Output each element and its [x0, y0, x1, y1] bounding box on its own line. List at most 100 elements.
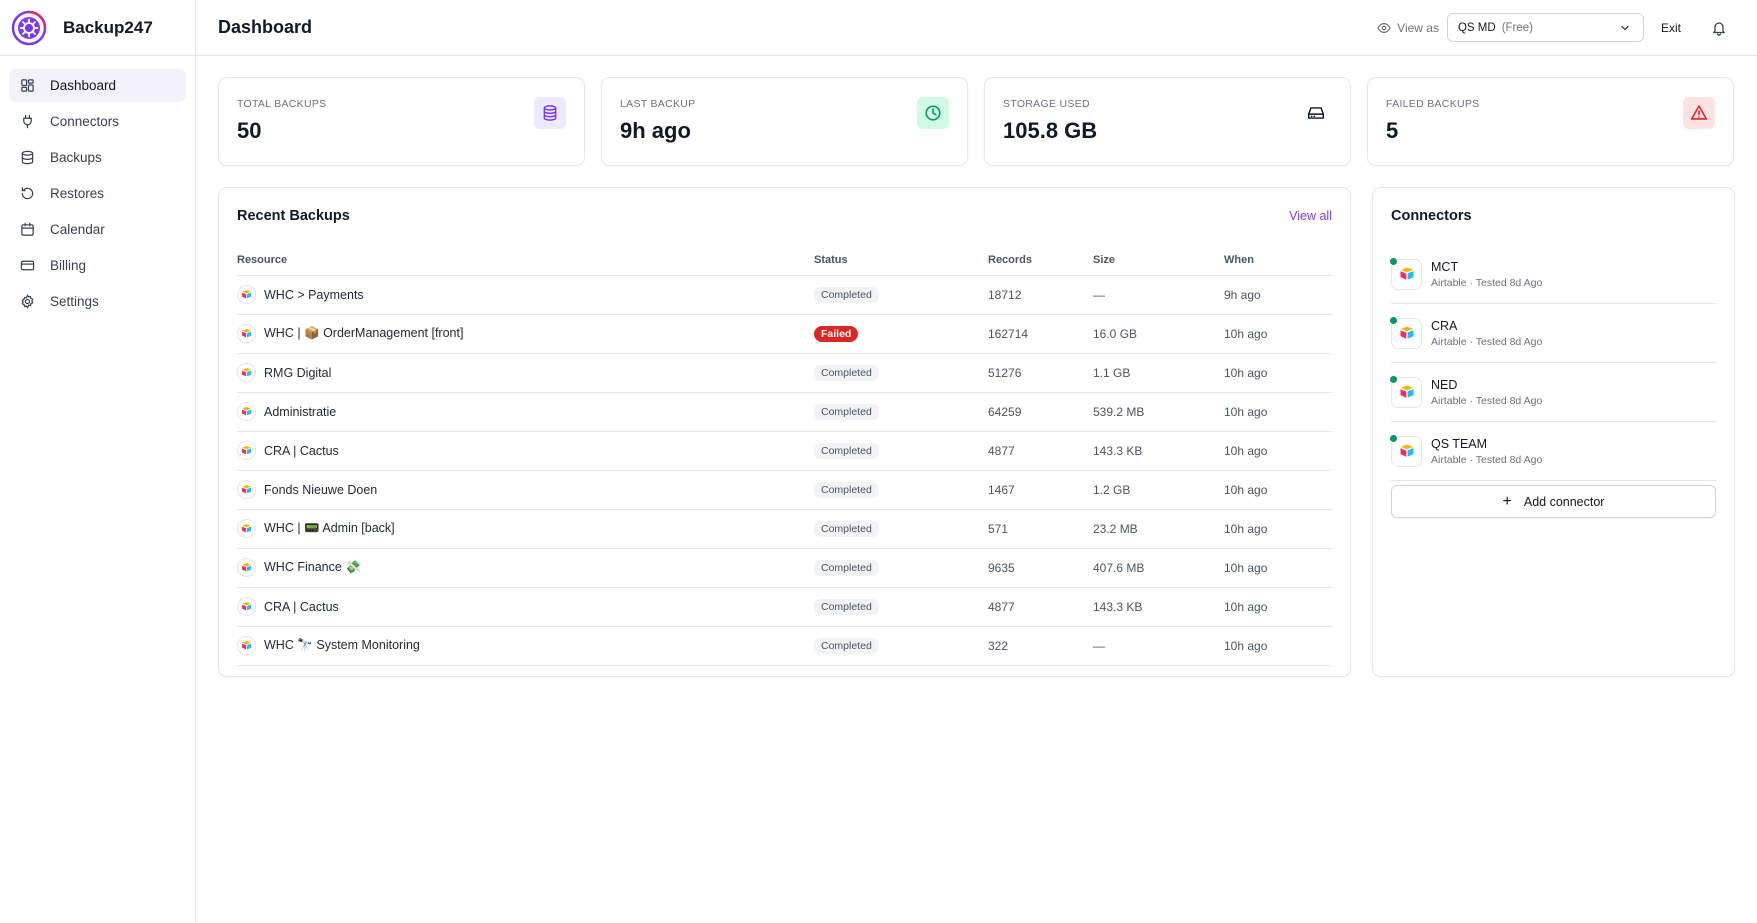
- cell-resource: Fonds Nieuwe Doen: [237, 470, 814, 510]
- resource-name: WHC Finance 💸: [264, 560, 361, 574]
- resource-name: WHC > Payments: [264, 287, 364, 302]
- cell-resource: WHC | 📟 Admin [back]: [237, 509, 814, 549]
- table-row[interactable]: CRA | Cactus Completed 4877 143.3 KB 10h ago: [237, 431, 1332, 471]
- resource-name: RMG Digital: [264, 365, 332, 380]
- database-icon: [20, 150, 35, 165]
- resource-name: WHC 🔭 System Monitoring: [264, 638, 420, 652]
- cell-resource: WHC > Payments: [237, 275, 814, 315]
- table-row[interactable]: RMG Digital Completed 51276 1.1 GB 10h ago: [237, 353, 1332, 393]
- cell-resource: CRA | Cactus: [237, 431, 814, 471]
- resource-name: CRA | Cactus: [264, 443, 339, 458]
- stat-label: FAILED BACKUPS: [1386, 98, 1480, 110]
- cell-when: 10h ago: [1224, 509, 1332, 549]
- table-row[interactable]: WHC Finance 💸 Completed 9635 407.6 MB 10h ag…: [237, 548, 1332, 588]
- cell-when: 10h ago: [1224, 470, 1332, 510]
- cell-size: —: [1093, 275, 1224, 315]
- connector-item[interactable]: QS TEAM Airtable · Tested 8d Ago: [1389, 422, 1716, 481]
- table-row[interactable]: Fonds Nieuwe Doen Completed 1467 1.2 GB 10h …: [237, 470, 1332, 510]
- airtable-icon: [237, 558, 256, 577]
- stat-label: LAST BACKUP: [620, 98, 696, 110]
- connector-subtitle: Airtable · Tested 8d Ago: [1431, 335, 1543, 348]
- table-row[interactable]: WHC > Payments Completed 18712—9h ago: [237, 275, 1332, 315]
- exit-button[interactable]: Exit: [1661, 21, 1681, 35]
- cell-status: Completed: [814, 392, 988, 432]
- column-header-records[interactable]: Records: [988, 245, 1093, 276]
- brand-logo-icon: [11, 10, 47, 46]
- cell-status: Completed: [814, 353, 988, 393]
- table-row[interactable]: CRA | Cactus Completed 4877 143.3 KB 10h ago: [237, 587, 1332, 627]
- add-connector-button[interactable]: + Add connector: [1391, 485, 1716, 518]
- cell-records: 4877: [988, 431, 1093, 471]
- cell-resource: WHC 🔭 System Monitoring: [237, 626, 814, 666]
- connector-subtitle: Airtable · Tested 8d Ago: [1431, 394, 1543, 407]
- airtable-icon: [1389, 433, 1422, 467]
- airtable-icon: [237, 636, 256, 655]
- sidebar-item-billing[interactable]: Billing: [9, 249, 186, 282]
- sidebar-item-dashboard[interactable]: Dashboard: [9, 69, 186, 102]
- status-dot: [1389, 256, 1398, 266]
- column-header-resource[interactable]: Resource: [237, 245, 814, 276]
- gear-icon: [20, 294, 35, 309]
- airtable-icon: [237, 402, 256, 421]
- sidebar-item-backups[interactable]: Backups: [9, 141, 186, 174]
- cell-size: 1.1 GB: [1093, 353, 1224, 393]
- cell-status: Completed: [814, 626, 988, 666]
- top-header: Dashboard View as QS MD (Free) Exit: [196, 0, 1757, 56]
- table-row[interactable]: WHC 🔭 System Monitoring Completed 322—10h …: [237, 626, 1332, 666]
- cell-records: 571: [988, 509, 1093, 549]
- column-header-when[interactable]: When: [1224, 245, 1332, 276]
- table-row[interactable]: WHC | 📟 Admin [back] Completed 571 23.2 MB 1…: [237, 509, 1332, 549]
- sidebar-item-label: Connectors: [50, 114, 120, 129]
- connector-item[interactable]: NED Airtable · Tested 8d Ago: [1389, 363, 1716, 422]
- stat-card-storage-used: STORAGE USED 105.8 GB: [984, 77, 1351, 166]
- recent-backups-card: Recent Backups View all Resource Status …: [218, 187, 1351, 677]
- cell-status: Completed: [814, 509, 988, 549]
- column-header-status[interactable]: Status: [814, 245, 988, 276]
- stat-value: 50: [237, 118, 262, 143]
- connector-item[interactable]: CRA Airtable · Tested 8d Ago: [1389, 304, 1716, 363]
- eye-icon: [1377, 22, 1391, 33]
- status-badge: Failed: [814, 325, 859, 342]
- stat-label: TOTAL BACKUPS: [237, 98, 327, 110]
- chevron-down-icon: [1621, 25, 1629, 30]
- sidebar-item-calendar[interactable]: Calendar: [9, 213, 186, 246]
- cell-when: 10h ago: [1224, 314, 1332, 354]
- cell-records: 1467: [988, 470, 1093, 510]
- plug-icon: [20, 114, 35, 129]
- resource-name: Administratie: [264, 404, 337, 419]
- stat-value: 9h ago: [620, 118, 691, 143]
- cell-when: 10h ago: [1224, 548, 1332, 588]
- cell-when: 10h ago: [1224, 353, 1332, 393]
- sidebar-item-label: Backups: [50, 150, 102, 165]
- bell-icon[interactable]: [1711, 20, 1727, 36]
- sidebar-item-label: Billing: [50, 258, 87, 273]
- column-header-size[interactable]: Size: [1093, 245, 1224, 276]
- status-dot: [1389, 433, 1398, 443]
- cell-when: 10h ago: [1224, 626, 1332, 666]
- credit-card-icon: [20, 258, 35, 273]
- account-select[interactable]: QS MD (Free): [1446, 13, 1644, 42]
- page-title: Dashboard: [218, 17, 313, 37]
- sidebar-item-settings[interactable]: Settings: [9, 285, 186, 318]
- stat-card-last-backup: LAST BACKUP 9h ago: [601, 77, 968, 166]
- sidebar-item-connectors[interactable]: Connectors: [9, 105, 186, 138]
- cell-size: 143.3 KB: [1093, 587, 1224, 627]
- cell-when: 10h ago: [1224, 431, 1332, 471]
- sidebar-item-label: Settings: [50, 294, 99, 309]
- cell-when: 9h ago: [1224, 275, 1332, 315]
- cell-size: 539.2 MB: [1093, 392, 1224, 432]
- status-badge: Completed: [814, 364, 879, 381]
- connector-name: MCT: [1431, 259, 1459, 274]
- table-row[interactable]: WHC | 📦 OrderManagement [front] Failed 162…: [237, 314, 1332, 354]
- brand[interactable]: Backup247: [0, 0, 195, 56]
- resource-name: WHC | 📦 OrderManagement [front]: [264, 326, 464, 340]
- sidebar-item-restores[interactable]: Restores: [9, 177, 186, 210]
- view-all-link[interactable]: View all: [1289, 209, 1332, 223]
- cell-size: 16.0 GB: [1093, 314, 1224, 354]
- cell-status: Completed: [814, 470, 988, 510]
- status-dot: [1389, 374, 1398, 384]
- recent-backups-title: Recent Backups: [237, 208, 350, 224]
- table-row[interactable]: Administratie Completed 64259 539.2 MB 10h a…: [237, 392, 1332, 432]
- connector-item[interactable]: MCT Airtable · Tested 8d Ago: [1389, 245, 1716, 304]
- cell-records: 51276: [988, 353, 1093, 393]
